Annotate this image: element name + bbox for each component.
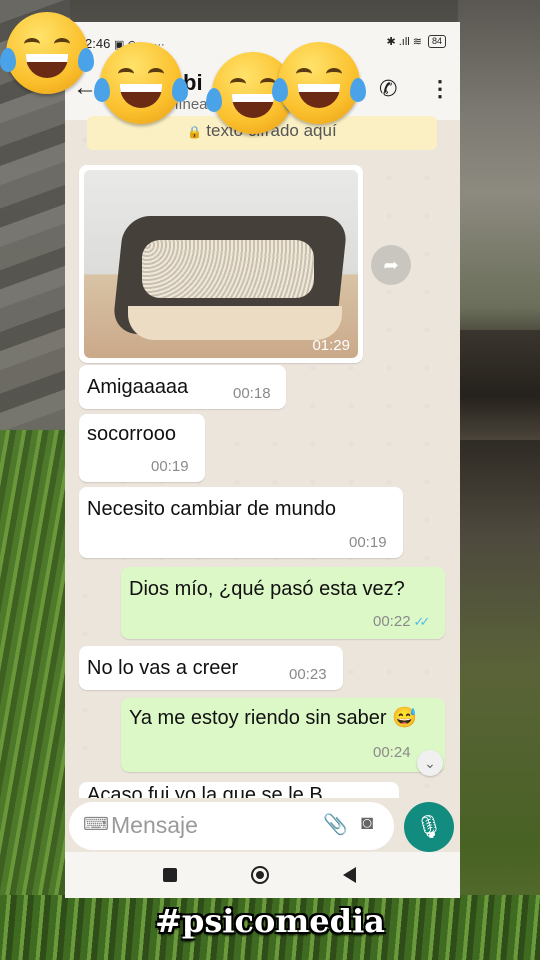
home-button[interactable] (251, 866, 269, 884)
message-input[interactable]: ⌨ Mensaje 📎 ◙ (69, 802, 394, 850)
laughing-emoji-sticker (94, 42, 188, 124)
forward-icon[interactable]: ➦ (371, 245, 411, 285)
message-time: 01:29 (312, 337, 350, 354)
read-ticks-icon: ✓✓ (413, 614, 431, 629)
mic-button[interactable]: 🎙 (404, 802, 454, 852)
message-time: 00:24 (373, 744, 411, 761)
message-bubble-partial[interactable]: Acaso fui yo la que se le B... (79, 782, 399, 798)
back-button[interactable] (343, 867, 356, 883)
message-time: 00:18 (233, 385, 271, 402)
message-text: No lo vas a creer (87, 657, 239, 679)
status-icons: ✱ .ıll ≋ 84 (386, 35, 446, 48)
message-text: socorrooo (87, 423, 176, 445)
litter-box-photo[interactable]: 01:29 (84, 170, 358, 358)
recents-button[interactable] (163, 868, 177, 882)
message-bubble[interactable]: Amigaaaaa 00:18 (79, 365, 286, 409)
composer-bar: ⌨ Mensaje 📎 ◙ 🎙 (65, 800, 460, 852)
message-time: 00:19 (349, 534, 387, 551)
laughing-emoji-sticker (272, 42, 366, 124)
message-bubble[interactable]: Necesito cambiar de mundo 00:19 (79, 487, 403, 558)
paperclip-icon[interactable]: 📎 (323, 812, 348, 837)
message-text: Acaso fui yo la que se le B... (87, 784, 340, 798)
message-text: Amigaaaaa (87, 376, 189, 398)
input-placeholder: Mensaje (111, 812, 198, 838)
background-grass (0, 430, 70, 960)
image-message[interactable]: 01:29 (79, 165, 363, 363)
message-text: Necesito cambiar de mundo (87, 498, 337, 520)
phone-screen: 2:46 ▣ ⊜ ☁ ··· ✱ .ıll ≋ 84 ← bi línea ✆ … (65, 22, 460, 898)
message-text: Dios mío, ¿qué pasó esta vez? (129, 578, 405, 600)
photo-tray-base (128, 306, 342, 340)
battery-icon: 84 (427, 35, 446, 48)
background-log (458, 330, 540, 440)
keyboard-icon[interactable]: ⌨ (83, 814, 109, 835)
camera-icon[interactable]: ◙ (361, 812, 373, 835)
message-bubble[interactable]: Dios mío, ¿qué pasó esta vez? 00:22 ✓✓ (121, 567, 445, 639)
mic-icon: 🎙 (415, 814, 443, 839)
watermark-hashtag: #psicomedia (155, 902, 385, 940)
more-vert-icon[interactable]: ⋮ (429, 76, 451, 102)
chevron-down-icon[interactable]: ⌄ (417, 750, 443, 776)
message-time: 00:22 ✓✓ (373, 613, 431, 630)
message-bubble[interactable]: socorrooo 00:19 (79, 414, 205, 482)
photo-litter (142, 240, 314, 298)
message-text: Ya me estoy riendo sin saber 😅 (129, 707, 417, 729)
message-time: 00:23 (289, 666, 327, 683)
android-nav-bar (65, 852, 460, 898)
message-bubble[interactable]: No lo vas a creer 00:23 (79, 646, 343, 690)
phone-icon[interactable]: ✆ (379, 76, 397, 102)
laughing-emoji-sticker (0, 12, 94, 94)
background-right (458, 0, 540, 960)
message-time: 00:19 (151, 458, 189, 475)
lock-icon: 🔒 (187, 125, 203, 139)
message-bubble[interactable]: Ya me estoy riendo sin saber 😅 00:24 (121, 698, 445, 772)
